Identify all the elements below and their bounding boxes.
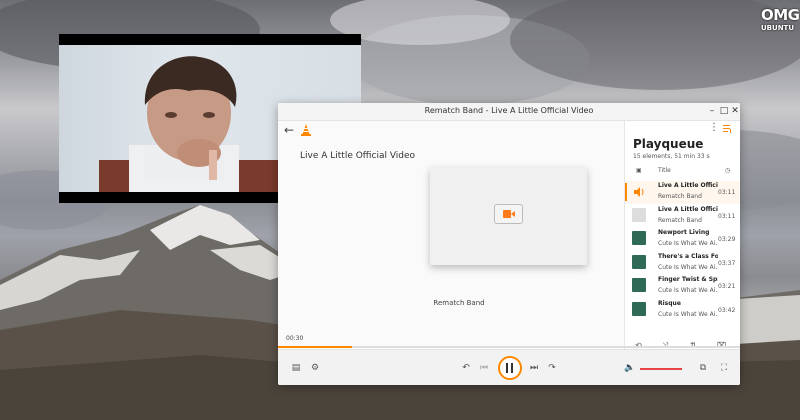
- seek-bar[interactable]: [278, 346, 740, 348]
- next-icon[interactable]: ⏭: [528, 362, 540, 374]
- media-title: Live A Little Official Video: [300, 151, 416, 161]
- track-title: Finger Twist & Split: [658, 276, 718, 283]
- track-artist: Cute Is What We Ai...: [658, 263, 718, 271]
- previous-icon[interactable]: ⏮: [478, 362, 490, 374]
- track-title: Newport Living: [658, 229, 710, 236]
- now-playing-indicator: [625, 183, 627, 201]
- track-title: Live A Little Official V...: [658, 205, 718, 213]
- volume-slider[interactable]: [640, 368, 682, 370]
- playqueue-item[interactable]: There's a Class For T... Cute Is What We …: [625, 252, 740, 275]
- track-artist: Rematch Band: [658, 193, 702, 200]
- vlc-main-window: Rematch Band - Live A Little Official Vi…: [278, 103, 740, 385]
- fullscreen-icon[interactable]: ⛶: [718, 362, 730, 374]
- pip-icon[interactable]: ⧉: [697, 362, 709, 374]
- track-artist: Cute Is What We Ai...: [658, 287, 718, 294]
- playqueue-panel: ⋮ Playqueue 15 elements, 51 min 33 s ▣ T…: [624, 121, 740, 350]
- track-artist: Cute Is What We Ai...: [658, 240, 718, 247]
- player-view: ← Live A Little Official Video Rematch B…: [278, 121, 623, 349]
- playqueue-item[interactable]: Finger Twist & Split Cute Is What We Ai..…: [625, 275, 740, 298]
- track-title: There's a Class For T...: [658, 252, 718, 260]
- playqueue-summary: 15 elements, 51 min 33 s: [633, 153, 710, 160]
- equalizer-icon[interactable]: ⚙: [309, 362, 321, 374]
- subtitles-icon[interactable]: ▤: [290, 362, 302, 374]
- track-thumbnail: [632, 301, 646, 316]
- title-column-header[interactable]: Title: [658, 167, 671, 174]
- track-title: Risque: [658, 299, 681, 307]
- volume-icon[interactable]: 🔈: [624, 362, 636, 374]
- playqueue-item[interactable]: Newport Living Cute Is What We Ai... 03:29: [625, 228, 740, 251]
- omg-ubuntu-logo: OMG UBUNTU: [761, 6, 800, 46]
- logo-line2: UBUNTU: [761, 24, 795, 32]
- track-thumbnail: [632, 231, 646, 245]
- track-duration: 03:37: [718, 259, 736, 267]
- playing-speaker-icon: [632, 184, 646, 198]
- close-button[interactable]: ✕: [729, 105, 740, 117]
- video-icon: [494, 204, 523, 224]
- control-bar: ▤ ⚙ ↶ ⏮ ⏭ ↷ 🔈 ⧉ ⛶: [278, 349, 740, 385]
- track-duration: 03:11: [718, 212, 736, 220]
- track-title: Live A Little Official...: [658, 182, 718, 189]
- playqueue-item[interactable]: Risque Cute Is What We Ai... 03:42: [625, 299, 740, 322]
- minimize-button[interactable]: –: [706, 105, 718, 117]
- rewind-icon[interactable]: ↶: [460, 362, 472, 374]
- track-duration: 03:29: [718, 236, 736, 243]
- more-options-icon[interactable]: ⋮: [709, 122, 719, 133]
- track-duration: 03:42: [718, 306, 736, 314]
- window-title: Rematch Band - Live A Little Official Vi…: [424, 106, 594, 115]
- track-duration: 03:11: [718, 189, 736, 196]
- track-thumbnail: [632, 207, 646, 222]
- title-bar: Rematch Band - Live A Little Official Vi…: [278, 103, 740, 121]
- track-duration: 03:21: [718, 283, 736, 290]
- playqueue-item[interactable]: Live A Little Official V... Rematch Band 0…: [625, 205, 740, 228]
- cover-column-icon[interactable]: ▣: [636, 167, 642, 174]
- playqueue-column-header: ▣ Title ◷: [633, 167, 737, 177]
- duration-clock-icon[interactable]: ◷: [725, 167, 730, 174]
- forward-icon[interactable]: ↷: [546, 362, 558, 374]
- seek-progress: [278, 346, 352, 348]
- media-artwork: [430, 167, 587, 265]
- pause-button[interactable]: [498, 356, 522, 380]
- playqueue-item[interactable]: Live A Little Official... Rematch Band 03:…: [625, 181, 740, 204]
- track-thumbnail: [632, 254, 646, 269]
- playlist-menu-icon[interactable]: [723, 124, 733, 134]
- back-arrow-icon[interactable]: ←: [284, 123, 294, 137]
- track-thumbnail: [632, 278, 646, 292]
- elapsed-time: 00:30: [286, 335, 304, 342]
- track-artist: Rematch Band: [658, 216, 702, 224]
- logo-line1: OMG: [761, 6, 800, 24]
- seek-area: 00:30: [278, 329, 740, 349]
- playqueue-title: Playqueue: [633, 137, 704, 151]
- track-artist: Cute Is What We Ai...: [658, 310, 718, 318]
- vlc-cone-icon[interactable]: [300, 123, 312, 137]
